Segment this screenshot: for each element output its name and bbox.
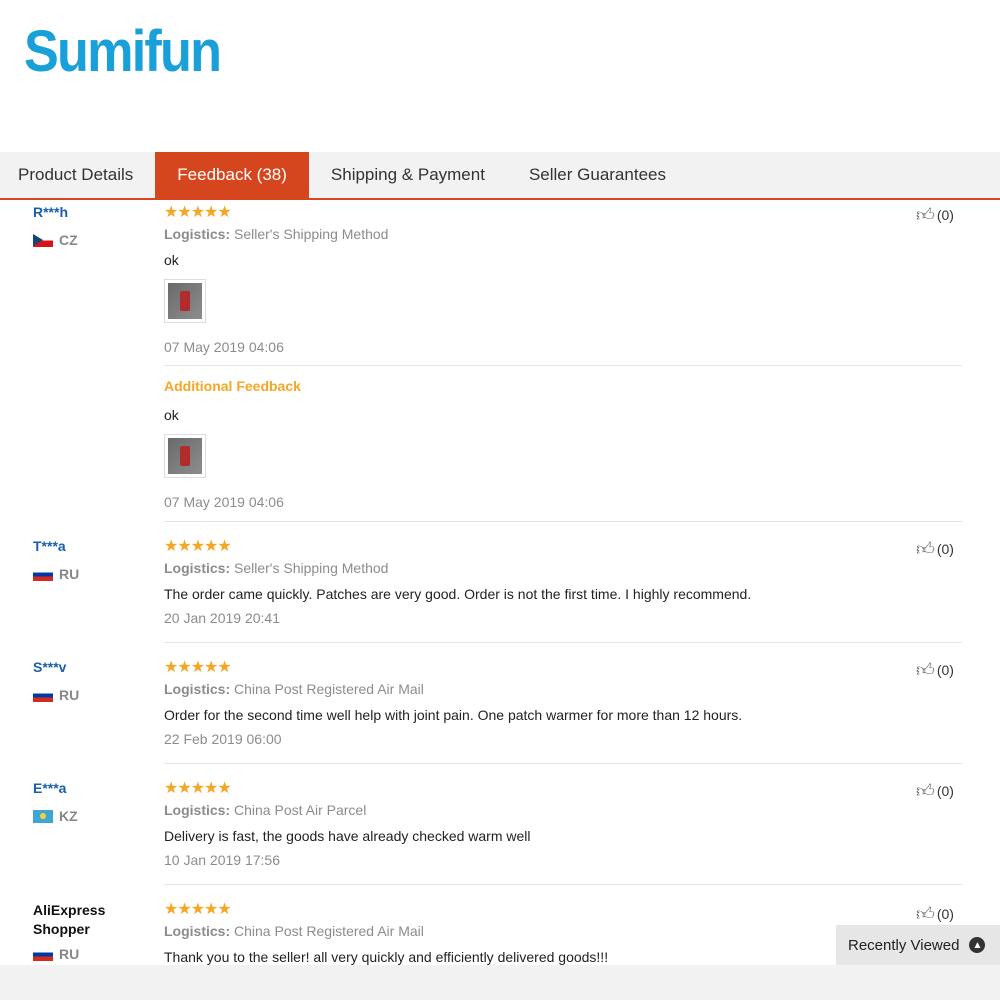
logistics-label: Logistics: <box>164 226 231 242</box>
thumbs-up-icon: 👍︎ <box>916 660 935 680</box>
logistics-info: Logistics: Seller's Shipping Method <box>164 226 388 242</box>
reviewer-country: CZ <box>33 232 78 248</box>
thumbs-up-icon: 👍︎ <box>916 781 935 801</box>
helpful-count: (0) <box>936 207 954 223</box>
divider <box>164 884 962 885</box>
additional-feedback-text: ok <box>164 407 179 423</box>
feedback-text: The order came quickly. Patches are very… <box>164 586 752 602</box>
tab-seller-guarantees[interactable]: Seller Guarantees <box>507 152 688 198</box>
additional-feedback-label: Additional Feedback <box>164 378 301 394</box>
reviewer-country: KZ <box>33 808 78 824</box>
tab-bar: Product Details Feedback (38) Shipping &… <box>0 152 1000 200</box>
reviewer-name: E***a <box>33 780 67 796</box>
logistics-value: Seller's Shipping Method <box>234 560 389 576</box>
flag-ru-icon <box>33 947 53 961</box>
divider <box>164 365 962 366</box>
additional-feedback-photo[interactable] <box>164 434 206 478</box>
feedback-date: 07 May 2019 04:06 <box>164 339 284 355</box>
reviewer-country: RU <box>33 946 79 962</box>
divider <box>164 763 962 764</box>
chevron-up-icon: ▲ <box>969 937 986 953</box>
brand-logo[interactable]: Sumifun <box>24 18 222 85</box>
reviewer-name: AliExpress Shopper <box>33 902 106 937</box>
star-rating: ★★★★★ <box>164 901 232 918</box>
logistics-info: Logistics: Seller's Shipping Method <box>164 560 388 576</box>
thumbs-up-icon: 👍︎ <box>916 539 935 559</box>
logistics-value: China Post Air Parcel <box>234 802 367 818</box>
reviewer-name: R***h <box>33 204 69 220</box>
helpful-button[interactable]: 👍︎ (0) <box>916 204 954 226</box>
feedback-date: 10 Jan 2019 17:56 <box>164 852 280 868</box>
tab-shipping-payment[interactable]: Shipping & Payment <box>309 152 507 198</box>
flag-ru-icon <box>33 688 53 702</box>
logistics-info: Logistics: China Post Air Parcel <box>164 802 366 818</box>
additional-feedback-date: 07 May 2019 04:06 <box>164 494 284 510</box>
reviewer-country: RU <box>33 687 79 703</box>
helpful-count: (0) <box>936 906 954 922</box>
logistics-info: Logistics: China Post Registered Air Mai… <box>164 681 424 697</box>
feedback-date: 20 Jan 2019 20:41 <box>164 610 280 626</box>
logistics-value: China Post Registered Air Mail <box>234 923 424 939</box>
flag-cz-icon <box>33 233 53 247</box>
helpful-button[interactable]: 👍︎ (0) <box>916 538 954 560</box>
flag-kz-icon <box>33 809 53 823</box>
logistics-value: China Post Registered Air Mail <box>234 681 424 697</box>
helpful-button[interactable]: 👍︎ (0) <box>916 780 954 802</box>
logistics-value: Seller's Shipping Method <box>234 226 389 242</box>
logistics-label: Logistics: <box>164 802 231 818</box>
reviewer-country: RU <box>33 566 79 582</box>
tab-feedback[interactable]: Feedback (38) <box>155 152 309 198</box>
star-rating: ★★★★★ <box>164 659 232 676</box>
country-code: RU <box>59 566 80 582</box>
feedback-text: ok <box>164 252 179 268</box>
tab-product-details[interactable]: Product Details <box>0 152 155 198</box>
divider <box>164 642 962 643</box>
helpful-count: (0) <box>936 541 954 557</box>
recently-viewed-button[interactable]: Recently Viewed ▲ <box>836 925 1000 965</box>
thumbs-up-icon: 👍︎ <box>916 904 935 924</box>
product-photo-icon <box>168 438 202 474</box>
page-footer-strip <box>0 965 1000 1000</box>
feedback-date: 22 Feb 2019 06:00 <box>164 731 282 747</box>
star-rating: ★★★★★ <box>164 204 232 221</box>
country-code: KZ <box>59 808 78 824</box>
feedback-text: Delivery is fast, the goods have already… <box>164 828 531 844</box>
logistics-label: Logistics: <box>164 560 231 576</box>
helpful-count: (0) <box>936 662 954 678</box>
logistics-label: Logistics: <box>164 681 231 697</box>
product-photo-icon <box>168 283 202 319</box>
flag-ru-icon <box>33 567 53 581</box>
logistics-info: Logistics: China Post Registered Air Mai… <box>164 923 424 939</box>
country-code: CZ <box>59 232 78 248</box>
country-code: RU <box>59 946 80 962</box>
logistics-label: Logistics: <box>164 923 231 939</box>
reviewer-name: T***a <box>33 538 66 554</box>
divider <box>164 521 962 522</box>
helpful-button[interactable]: 👍︎ (0) <box>916 903 954 925</box>
helpful-button[interactable]: 👍︎ (0) <box>916 659 954 681</box>
helpful-count: (0) <box>936 783 954 799</box>
feedback-photo[interactable] <box>164 279 206 323</box>
recently-viewed-label: Recently Viewed <box>848 936 960 954</box>
feedback-text: Thank you to the seller! all very quickl… <box>164 949 609 965</box>
star-rating: ★★★★★ <box>164 780 232 797</box>
thumbs-up-icon: 👍︎ <box>916 205 935 225</box>
feedback-text: Order for the second time well help with… <box>164 707 743 723</box>
star-rating: ★★★★★ <box>164 538 232 555</box>
reviewer-name: S***v <box>33 659 67 675</box>
country-code: RU <box>59 687 80 703</box>
